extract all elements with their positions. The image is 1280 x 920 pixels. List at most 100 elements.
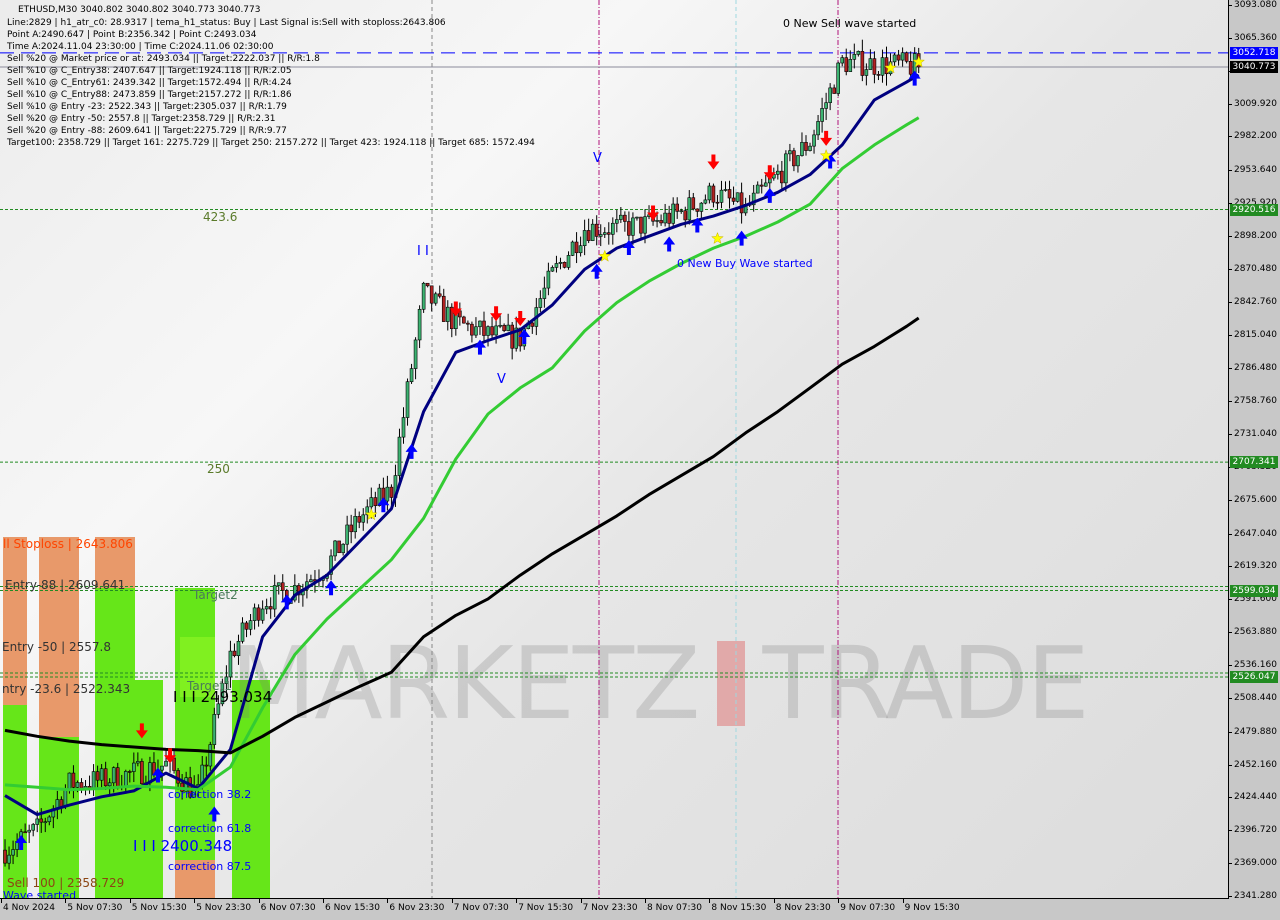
candle-bull (75, 782, 80, 788)
candle-bull (486, 326, 490, 336)
candle-bull (35, 818, 40, 825)
buy-wave-label: 0 New Buy Wave started (677, 257, 813, 270)
candle-bull (848, 59, 853, 72)
chart-plot-area[interactable]: MARKETZ TRADE ETHUSD,M30 3040.802 3040.80… (0, 0, 1229, 899)
y-tick-label: 2536.160 (1229, 660, 1277, 671)
candle-bear (804, 142, 808, 151)
candle-bull (421, 282, 426, 310)
candle-bull (880, 57, 885, 76)
candle-bull (643, 216, 647, 234)
x-tick-label: 7 Nov 07:30 (451, 899, 509, 913)
candle-bull (212, 714, 217, 745)
candle-bull (808, 145, 812, 151)
price-axis[interactable]: 2341.280 2369.000 2396.720 2424.440 2452.160… (1229, 0, 1280, 901)
x-tick-label: 8 Nov 23:30 (773, 899, 831, 913)
candle-bull (208, 744, 213, 767)
candle-bull (445, 306, 450, 322)
candle-bull (264, 606, 269, 610)
time-axis[interactable]: 4 Nov 2024 5 Nov 07:30 5 Nov 15:30 5 Nov 23… (0, 899, 1228, 920)
candle-bull (506, 324, 510, 331)
star-icon (711, 231, 724, 244)
candle-bear (172, 757, 176, 771)
candle-bear (95, 771, 100, 781)
candle-bear (739, 192, 744, 214)
candle-bull (417, 308, 422, 341)
candle-bull (160, 765, 164, 771)
y-tick-label: 2424.440 (1229, 792, 1277, 803)
candle-bear (71, 772, 76, 788)
y-tick-label: 2758.760 (1229, 396, 1277, 407)
candle-bull (619, 214, 623, 220)
y-tick-label: 2563.880 (1229, 627, 1277, 638)
candle-bear (731, 197, 736, 202)
candle-bear (268, 606, 273, 610)
candle-bear (594, 223, 599, 237)
info-line: Sell %10 @ Entry -23: 2522.343 || Target… (7, 102, 287, 112)
candle-bull (816, 121, 820, 136)
y-tick-label: 3009.920 (1229, 98, 1277, 109)
candle-bull (546, 270, 551, 289)
candle-bear (490, 326, 494, 336)
candle-bear (675, 203, 680, 212)
candle-bear (530, 322, 535, 327)
x-tick-label: 8 Nov 15:30 (709, 899, 767, 913)
candle-bull (433, 293, 438, 304)
v-marker: V (593, 151, 602, 166)
ii-marker: I I (417, 244, 429, 259)
candle-bull (655, 220, 659, 222)
candle-bull (763, 182, 768, 187)
candle-bear (860, 51, 865, 76)
candle-bear (349, 524, 353, 533)
candle-bull (27, 829, 31, 833)
price-tag: 2526.047 (1230, 671, 1278, 684)
candle-bull (401, 417, 406, 438)
y-tick-label: 3065.360 (1229, 32, 1277, 43)
candle-bear (337, 540, 341, 554)
candle-bull (272, 585, 277, 610)
correction-38-label: correction 38.2 (168, 788, 252, 801)
wave-started-label: Wave started (3, 889, 77, 899)
candle-bull (369, 497, 374, 508)
candle-bull (111, 767, 116, 784)
candle-bull (755, 184, 760, 194)
y-tick-label: 2479.880 (1229, 726, 1277, 737)
y-tick-label: 2842.760 (1229, 296, 1277, 307)
candle-bull (11, 849, 15, 856)
candle-bear (792, 150, 796, 167)
info-line: Sell %10 @ C_Entry88: 2473.859 || Target… (7, 90, 292, 100)
candle-bull (240, 622, 245, 642)
x-tick-label: 9 Nov 15:30 (902, 899, 960, 913)
moving-average-line (4, 116, 920, 792)
x-tick-label: 6 Nov 07:30 (258, 899, 316, 913)
candle-bull (67, 772, 72, 790)
candle-bull (538, 298, 543, 308)
sell-arrow-icon (707, 154, 720, 170)
y-tick-label: 2870.480 (1229, 263, 1277, 274)
candle-bull (558, 261, 563, 264)
y-tick-label: 3093.080 (1229, 0, 1277, 10)
fib-label-423: 423.6 (203, 210, 238, 224)
candle-bull (474, 326, 478, 336)
candle-bear (128, 771, 132, 773)
x-tick-label: 5 Nov 07:30 (65, 899, 123, 913)
candle-bull (248, 620, 253, 630)
candle-bear (389, 486, 394, 498)
candle-bull (828, 87, 832, 103)
candle-bull (723, 189, 728, 191)
sell-arrow-icon (135, 723, 148, 739)
candle-bear (482, 320, 486, 336)
candle-bull (687, 197, 692, 221)
info-line: Sell %10 @ C_Entry38: 2407.647 || Target… (7, 66, 292, 76)
y-tick-label: 2396.720 (1229, 825, 1277, 836)
candle-bull (361, 514, 366, 523)
buy-arrow-icon (590, 263, 603, 279)
x-tick-label: 6 Nov 23:30 (387, 899, 445, 913)
candle-bear (470, 323, 474, 336)
stoploss-label: ll Stoploss | 2643.806 (3, 537, 133, 551)
candle-bull (707, 185, 712, 201)
candle-bull (578, 245, 583, 254)
candle-bull (107, 782, 112, 787)
candle-bear (695, 208, 700, 212)
candle-bull (63, 788, 68, 808)
candle-bull (602, 232, 607, 235)
